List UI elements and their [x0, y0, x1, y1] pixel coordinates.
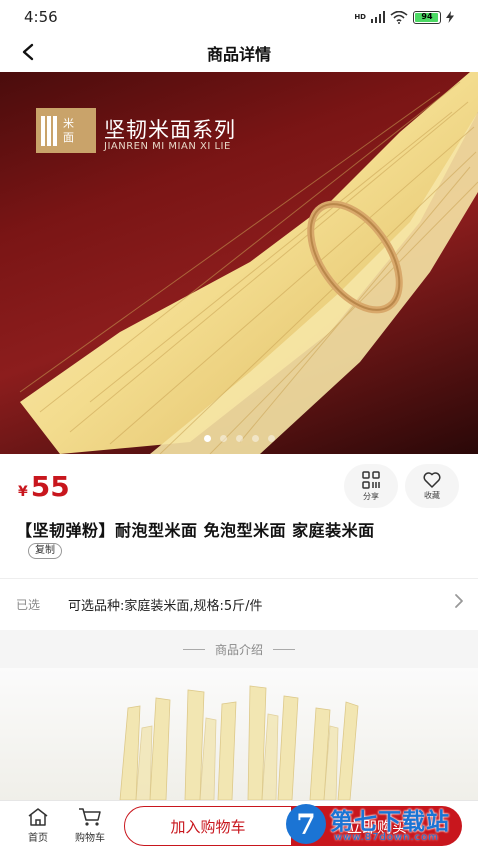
battery-level: 94: [421, 11, 433, 21]
watermark-url: www.87down.com: [334, 832, 440, 843]
price-value: 55: [30, 470, 70, 503]
product-image-carousel[interactable]: 米 面 坚韧米面系列 JIANREN MI MIAN XI LIE: [0, 72, 478, 454]
banner-title: 坚韧米面系列: [104, 118, 236, 142]
currency-symbol: ¥: [18, 484, 28, 500]
status-icons: HD 94: [354, 9, 454, 25]
intro-heading: 商品介绍: [0, 630, 478, 668]
tab-home[interactable]: 首页: [16, 807, 60, 844]
share-button[interactable]: 分享: [344, 464, 398, 508]
watermark-title: 第七下载站: [330, 809, 450, 835]
navbar: 商品详情: [0, 32, 478, 72]
carousel-dot[interactable]: [235, 435, 243, 442]
brand-logo: 米 面: [36, 108, 96, 153]
hd-label: HD: [354, 12, 366, 21]
intro-heading-text: 商品介绍: [214, 642, 263, 657]
carousel-dots: [0, 435, 478, 442]
divider: [273, 648, 295, 650]
favorite-button[interactable]: 收藏: [405, 464, 459, 508]
product-info: ¥ 55 分享 收藏 【坚韧弹粉】耐泡型米面 免泡型米面 家庭装米面 复制: [0, 454, 478, 578]
wifi-icon: [390, 10, 408, 24]
qr-code-icon: [362, 470, 380, 489]
heart-icon: [423, 471, 441, 488]
spec-label: 已选: [16, 598, 41, 612]
carousel-dot[interactable]: [219, 435, 227, 442]
spec-selector[interactable]: 已选 可选品种:家庭装米面,规格:5斤/件: [0, 578, 478, 630]
favorite-label: 收藏: [424, 490, 440, 500]
share-label: 分享: [363, 491, 379, 501]
cart-icon: [79, 808, 101, 826]
battery-icon: 94: [413, 10, 441, 24]
copy-button[interactable]: 复制: [28, 543, 62, 559]
charging-icon: [446, 11, 454, 23]
carousel-dot[interactable]: [203, 435, 211, 442]
chevron-right-icon: [455, 594, 463, 608]
add-to-cart-button[interactable]: 加入购物车: [124, 806, 292, 846]
banner-subtitle: JIANREN MI MIAN XI LIE: [104, 141, 231, 152]
carousel-dot[interactable]: [267, 435, 275, 442]
home-icon: [28, 808, 48, 826]
status-bar: 4:56 HD 94: [0, 0, 478, 32]
tab-cart-label: 购物车: [75, 833, 105, 844]
intro-image: [0, 668, 478, 800]
watermark-logo: 7: [286, 804, 326, 844]
tab-cart[interactable]: 购物车: [68, 807, 112, 844]
signal-icon: [371, 11, 385, 23]
page-title: 商品详情: [206, 45, 271, 64]
tab-home-label: 首页: [28, 833, 48, 844]
price: ¥ 55: [18, 470, 70, 503]
spec-value: 可选品种:家庭装米面,规格:5斤/件: [68, 599, 263, 614]
divider: [182, 648, 205, 650]
noodle-strands-image: [119, 685, 359, 800]
carousel-dot[interactable]: [251, 435, 259, 442]
site-watermark: 7 第七下载站 www.87down.com: [282, 800, 478, 850]
product-title: 【坚韧弹粉】耐泡型米面 免泡型米面 家庭装米面: [16, 521, 375, 540]
status-time: 4:56: [24, 8, 58, 26]
